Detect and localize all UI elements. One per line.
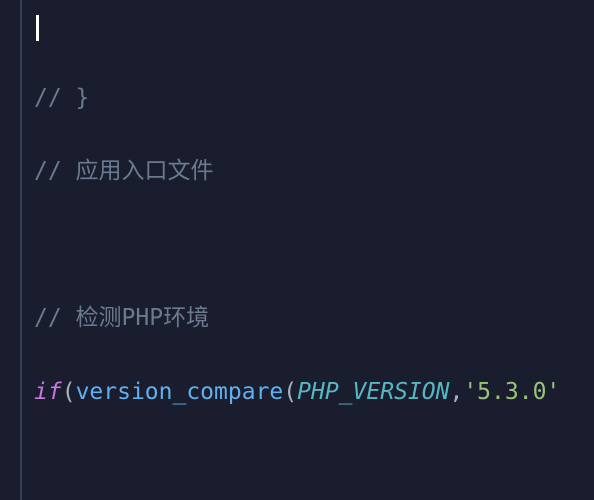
const-php-version: PHP_VERSION [297, 379, 449, 405]
keyword-if: if [34, 379, 62, 405]
blank-line [34, 448, 594, 485]
comment: // 检测PHP环境 [34, 305, 209, 331]
code-line: // } [34, 80, 594, 117]
code-line: // 应用入口文件 [34, 153, 594, 190]
fn-version-compare: version_compare [76, 379, 284, 405]
code-line: if(version_compare(PHP_VERSION,'5.3.0' [34, 374, 594, 411]
code-line: // 检测PHP环境 [34, 300, 594, 337]
punct: ( [283, 379, 297, 405]
code-editor[interactable]: // } // 应用入口文件 // 检测PHP环境 if(version_com… [0, 0, 594, 500]
string: '5.3.0' [463, 379, 560, 405]
gutter [0, 0, 22, 500]
code-area[interactable]: // } // 应用入口文件 // 检测PHP环境 if(version_com… [22, 0, 594, 500]
punct: , [449, 379, 463, 405]
punct: ( [62, 379, 76, 405]
blank-line [34, 227, 594, 264]
comment: // } [34, 85, 89, 111]
comment: // 应用入口文件 [34, 158, 214, 184]
text-cursor [36, 15, 39, 41]
